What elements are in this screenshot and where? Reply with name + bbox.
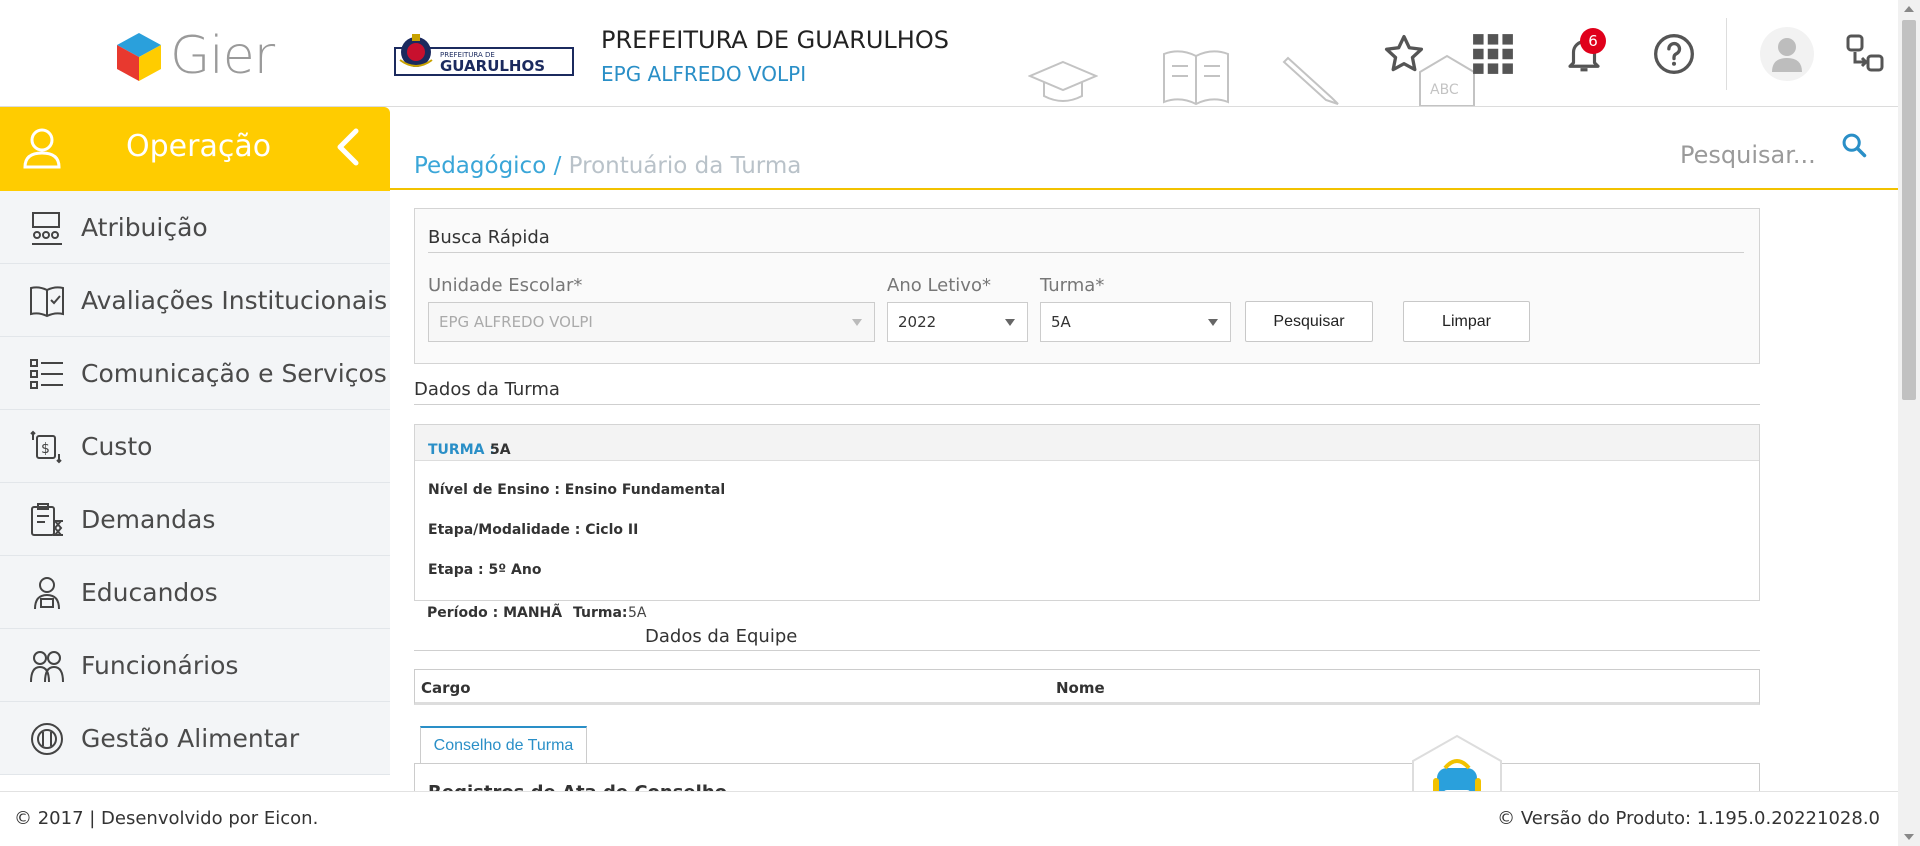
etapa-text: Etapa : 5º Ano: [428, 562, 542, 578]
ano-letivo-label: Ano Letivo*: [887, 275, 991, 296]
sidebar-title: Operação: [126, 129, 272, 164]
dados-turma-divider: [414, 404, 1760, 405]
sidebar-item-label: Avaliações Institucionais: [81, 285, 388, 315]
sidebar-item-demandas[interactable]: Demandas: [0, 483, 390, 556]
header-divider: [1726, 18, 1727, 90]
svg-text:ABC: ABC: [1430, 82, 1459, 98]
turma-info-value: 5A: [490, 442, 511, 458]
collapse-sidebar-chevron-icon[interactable]: [334, 127, 362, 167]
sidebar-item-label: Gestão Alimentar: [81, 723, 300, 753]
staff-icon: [30, 651, 64, 683]
unidade-label: Unidade Escolar*: [428, 275, 583, 296]
open-book-icon: [1163, 50, 1229, 106]
prefeitura-crest-logo: PREFEITURA DE GUARULHOS: [394, 34, 574, 76]
classroom-icon: [32, 212, 62, 245]
breadcrumb-current: Prontuário da Turma: [568, 153, 802, 179]
sidebar-item-label: Funcionários: [81, 650, 239, 680]
money-icon: $: [30, 430, 62, 464]
sidebar-item-atribuicao[interactable]: Atribuição: [0, 191, 390, 264]
notifications-bell-icon[interactable]: 6: [1560, 28, 1608, 78]
turma-label: Turma*: [1040, 275, 1105, 296]
notification-count-badge: 6: [1580, 28, 1606, 54]
clipboard-hourglass-icon: [31, 503, 63, 536]
quick-search-panel: Busca Rápida Unidade Escolar* EPG ALFRED…: [414, 208, 1760, 364]
sidebar-item-custo[interactable]: $ Custo: [0, 410, 390, 483]
sidebar-item-funcionarios[interactable]: Funcionários: [0, 629, 390, 702]
column-header-cargo: Cargo: [421, 679, 471, 697]
sidebar-item-avaliacoes[interactable]: Avaliações Institucionais: [0, 264, 390, 337]
unidade-selected-value: EPG ALFREDO VOLPI: [439, 313, 593, 331]
vertical-scrollbar[interactable]: [1898, 0, 1920, 846]
sidebar-item-label: Custo: [81, 431, 153, 461]
sidebar: Operação Atribuição Avaliações Instituci…: [0, 107, 390, 791]
turma-info-panel: TURMA : 5A Nível de Ensino : Ensino Fund…: [414, 424, 1760, 601]
breadcrumb-separator: /: [553, 153, 562, 179]
scroll-up-arrow-icon[interactable]: [1904, 6, 1914, 12]
equipe-table: Cargo Nome: [414, 669, 1760, 705]
main-content: Pedagógico / Prontuário da Turma Busca R…: [390, 107, 1900, 803]
sidebar-item-label: Comunicação e Serviços: [81, 358, 387, 388]
turma-select[interactable]: 5A: [1040, 302, 1231, 342]
prefeitura-title: PREFEITURA DE GUARULHOS: [601, 26, 949, 54]
turma-selected-value: 5A: [1051, 313, 1071, 331]
user-avatar[interactable]: [1760, 27, 1814, 81]
checklist-icon: [30, 359, 63, 389]
search-button[interactable]: Pesquisar: [1245, 301, 1373, 342]
chevron-down-icon: [852, 319, 862, 326]
unidade-escolar-select[interactable]: EPG ALFREDO VOLPI: [428, 302, 875, 342]
footer-copyright: © 2017 | Desenvolvido por Eicon.: [14, 808, 319, 829]
sidebar-item-educandos[interactable]: Educandos: [0, 556, 390, 629]
footer: © 2017 | Desenvolvido por Eicon. © Versã…: [0, 791, 1898, 846]
quick-search-divider: [428, 252, 1744, 253]
sidebar-item-label: Demandas: [81, 504, 216, 534]
breadcrumb: Pedagógico / Prontuário da Turma: [414, 153, 801, 179]
search-icon[interactable]: [1840, 131, 1868, 159]
apps-grid-icon[interactable]: [1469, 30, 1517, 78]
quick-search-title: Busca Rápida: [428, 227, 550, 248]
nivel-ensino-text: Nível de Ensino : Ensino Fundamental: [428, 482, 726, 498]
sidebar-item-label: Atribuição: [81, 212, 208, 242]
brand-name: Gier: [170, 26, 275, 86]
top-header: Gier PREFEITURA DE GUARULHOS PREFEITURA …: [0, 0, 1898, 107]
sidebar-item-gestao-alimentar[interactable]: Gestão Alimentar: [0, 702, 390, 775]
breadcrumb-parent[interactable]: Pedagógico: [414, 153, 546, 179]
switch-context-icon[interactable]: [1842, 30, 1890, 78]
scrollbar-thumb[interactable]: [1902, 20, 1916, 400]
footer-version: © Versão do Produto: 1.195.0.20221028.0: [1497, 808, 1880, 829]
book-check-icon: [30, 286, 64, 318]
student-icon: [34, 577, 60, 610]
gier-logo-icon: [117, 33, 161, 81]
dados-equipe-title: Dados da Equipe: [645, 626, 798, 647]
tab-conselho-turma[interactable]: Conselho de Turma: [420, 726, 587, 764]
ano-letivo-select[interactable]: 2022: [887, 302, 1028, 342]
periodo-text: Período : MANHÃ: [427, 605, 563, 621]
dados-turma-title: Dados da Turma: [414, 379, 560, 400]
dados-equipe-divider: [414, 650, 1760, 651]
etapa-modalidade-text: Etapa/Modalidade : Ciclo II: [428, 522, 639, 538]
chevron-down-icon: [1208, 319, 1218, 326]
svg-text:$: $: [41, 441, 50, 457]
school-name[interactable]: EPG ALFREDO VOLPI: [601, 62, 806, 86]
scroll-down-arrow-icon[interactable]: [1904, 834, 1914, 840]
pencil-icon: [1282, 56, 1339, 105]
operator-user-icon: [23, 128, 61, 169]
user-silhouette-icon: [1772, 38, 1802, 72]
turma-info-label: TURMA :: [428, 442, 495, 458]
ano-selected-value: 2022: [898, 313, 937, 331]
help-icon[interactable]: [1650, 30, 1698, 78]
favorites-star-icon[interactable]: [1380, 30, 1428, 78]
clear-button[interactable]: Limpar: [1403, 301, 1530, 342]
turma-summary-label: Turma:: [573, 605, 628, 621]
sidebar-item-label: Educandos: [81, 577, 218, 607]
turma-summary-value: 5A: [628, 605, 647, 621]
crest-text: GUARULHOS: [440, 57, 545, 75]
graduation-cap-icon: [1028, 60, 1098, 102]
chevron-down-icon: [1005, 319, 1015, 326]
breadcrumb-bar: Pedagógico / Prontuário da Turma: [390, 107, 1900, 190]
sidebar-header: Operação: [0, 107, 390, 191]
sidebar-item-comunicacao[interactable]: Comunicação e Serviços: [0, 337, 390, 410]
food-plate-icon: [31, 723, 63, 755]
column-header-nome: Nome: [1056, 679, 1105, 697]
turma-info-header: [415, 425, 1759, 461]
